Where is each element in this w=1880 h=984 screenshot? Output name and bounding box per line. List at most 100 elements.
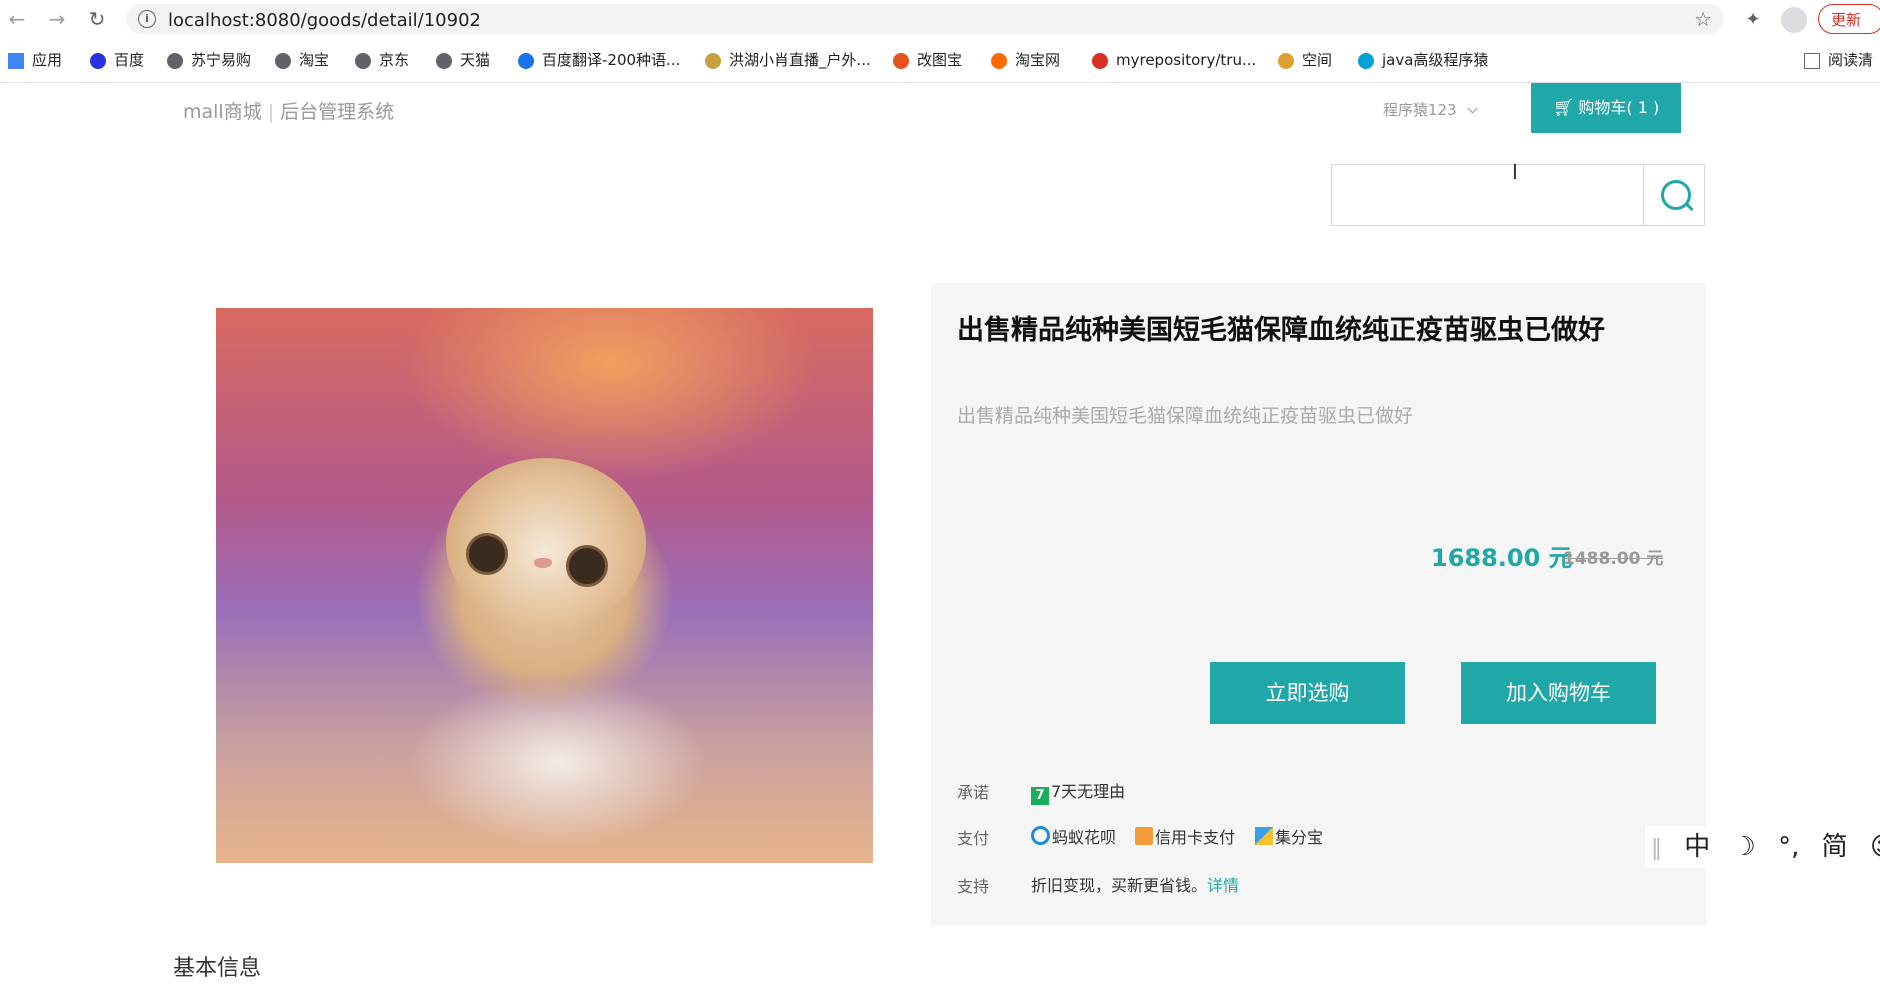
bookmark-item[interactable]: 应用 bbox=[8, 49, 62, 71]
promise-value: 7 7天无理由 bbox=[1031, 778, 1125, 805]
basic-info-heading: 基本信息 bbox=[173, 956, 262, 981]
bookmark-favicon-icon bbox=[1092, 52, 1108, 69]
bookmark-label: 苏宁易购 bbox=[191, 51, 252, 69]
promise-label: 承诺 bbox=[957, 783, 990, 802]
bookmark-item[interactable]: 空间 bbox=[1278, 49, 1332, 71]
extensions-icon[interactable]: ✦ bbox=[1741, 8, 1765, 32]
bookmark-label: 京东 bbox=[379, 51, 410, 69]
site-info-icon[interactable]: i bbox=[138, 10, 156, 28]
ime-simplified-toggle[interactable]: 简 bbox=[1822, 826, 1848, 868]
ime-moon-icon[interactable]: ☽ bbox=[1733, 826, 1756, 868]
reading-list-button[interactable]: 阅读清 bbox=[1804, 49, 1873, 71]
huabei-icon bbox=[1031, 826, 1050, 845]
search-icon-handle bbox=[1684, 201, 1694, 212]
bookmark-item[interactable]: 天猫 bbox=[436, 49, 490, 71]
bookmark-item[interactable]: myrepository/tru... bbox=[1092, 49, 1256, 71]
address-bar[interactable]: i localhost:8080/goods/detail/10902 ☆ bbox=[126, 4, 1724, 34]
cat-eye bbox=[466, 533, 508, 575]
original-price: 1488.00 元 bbox=[1563, 549, 1664, 569]
add-to-cart-button[interactable]: 加入购物车 bbox=[1461, 662, 1656, 724]
bookmark-favicon-icon bbox=[705, 52, 721, 69]
site-brand: mall商城 | 后台管理系统 bbox=[183, 97, 394, 124]
ime-drag-handle[interactable]: ‖ bbox=[1651, 828, 1662, 870]
chevron-down-icon bbox=[1467, 103, 1478, 114]
reading-list-label: 阅读清 bbox=[1828, 51, 1874, 69]
search-box bbox=[1331, 164, 1705, 226]
bookmark-favicon-icon bbox=[518, 52, 534, 69]
ime-emoji-icon[interactable]: ☺ bbox=[1870, 826, 1880, 868]
payment-option-label: 信用卡支付 bbox=[1155, 828, 1236, 847]
bookmark-favicon-icon bbox=[991, 52, 1007, 69]
cat-nose bbox=[534, 558, 552, 568]
ime-toolbar: ‖ 中 ☽ °, 简 ☺ bbox=[1645, 826, 1880, 868]
cat-eye bbox=[566, 545, 608, 587]
bookmark-favicon-icon bbox=[90, 52, 106, 69]
bookmark-item[interactable]: 洪湖小肖直播_户外... bbox=[705, 49, 871, 71]
payment-jifenbao: 集分宝 bbox=[1255, 824, 1323, 848]
bookmark-favicon-icon bbox=[275, 52, 291, 69]
bookmarks-bar: 应用 百度 苏宁易购 淘宝 京东 天猫 百度翻译-200种语... 洪湖小肖直播_户外... 改… bbox=[0, 44, 1880, 76]
payment-credit-card: 信用卡支付 bbox=[1135, 824, 1235, 848]
support-label: 支持 bbox=[957, 877, 990, 896]
update-button[interactable]: 更新 bbox=[1818, 4, 1880, 34]
bookmark-favicon-icon bbox=[893, 52, 909, 69]
cart-label: 购物车( 1 ) bbox=[1578, 98, 1660, 117]
support-text: 折旧变现，买新更省钱。 bbox=[1031, 876, 1208, 895]
product-subtitle: 出售精品纯种美国短毛猫保障血统纯正疫苗驱虫已做好 bbox=[957, 405, 1414, 427]
user-menu[interactable]: 程序猿123 bbox=[1383, 99, 1478, 120]
search-input[interactable] bbox=[1332, 165, 1644, 225]
bookmark-item[interactable]: 淘宝 bbox=[275, 49, 329, 71]
brand-separator: | bbox=[267, 101, 275, 123]
browser-toolbar: ← → ↻ i localhost:8080/goods/detail/1090… bbox=[0, 0, 1880, 40]
buy-now-button[interactable]: 立即选购 bbox=[1210, 662, 1405, 724]
bookmark-item[interactable]: 京东 bbox=[355, 49, 409, 71]
jifenbao-icon bbox=[1255, 827, 1273, 845]
username: 程序猿123 bbox=[1383, 101, 1457, 119]
promise-text: 7天无理由 bbox=[1051, 782, 1126, 801]
bookmark-label: 淘宝 bbox=[299, 51, 330, 69]
bookmark-favicon-icon bbox=[1278, 52, 1294, 69]
bookmark-label: 淘宝网 bbox=[1015, 51, 1061, 69]
payment-option-label: 蚂蚁花呗 bbox=[1052, 828, 1117, 847]
reload-icon[interactable]: ↻ bbox=[86, 8, 108, 30]
bookmark-label: 百度翻译-200种语... bbox=[542, 51, 681, 69]
forward-arrow-icon[interactable]: → bbox=[46, 8, 68, 30]
url-text[interactable]: localhost:8080/goods/detail/10902 bbox=[168, 10, 481, 31]
bookmark-favicon-icon bbox=[436, 52, 452, 69]
bookmark-item[interactable]: java高级程序猿 bbox=[1358, 49, 1488, 71]
product-image bbox=[216, 308, 873, 863]
bookmark-star-icon[interactable]: ☆ bbox=[1694, 7, 1712, 31]
bookmark-label: myrepository/tru... bbox=[1116, 51, 1257, 69]
reading-list-icon bbox=[1804, 52, 1820, 69]
bookmark-label: java高级程序猿 bbox=[1382, 51, 1489, 69]
bookmark-item[interactable]: 苏宁易购 bbox=[167, 49, 251, 71]
cart-icon: 🛒︎ bbox=[1552, 98, 1575, 118]
back-arrow-icon[interactable]: ← bbox=[6, 8, 28, 30]
product-title: 出售精品纯种美国短毛猫保障血统纯正疫苗驱虫已做好 bbox=[957, 315, 1605, 346]
bookmark-favicon-icon bbox=[8, 52, 24, 69]
text-cursor-icon: I bbox=[1512, 160, 1518, 184]
bookmark-favicon-icon bbox=[1358, 52, 1374, 69]
payment-huabei: 蚂蚁花呗 bbox=[1031, 824, 1116, 848]
bookmark-label: 空间 bbox=[1302, 51, 1333, 69]
cart-button[interactable]: 🛒︎ 购物车( 1 ) bbox=[1531, 83, 1681, 133]
bookmark-item[interactable]: 改图宝 bbox=[893, 49, 962, 71]
ime-mode-toggle[interactable]: 中 bbox=[1684, 826, 1710, 868]
ime-punctuation-toggle[interactable]: °, bbox=[1778, 826, 1799, 868]
bookmark-item[interactable]: 百度 bbox=[90, 49, 144, 71]
payment-option-label: 集分宝 bbox=[1275, 828, 1324, 847]
brand-link[interactable]: mall商城 bbox=[183, 101, 262, 123]
credit-card-icon bbox=[1135, 827, 1153, 845]
bookmark-label: 洪湖小肖直播_户外... bbox=[729, 51, 871, 69]
support-value: 折旧变现，买新更省钱。详情 bbox=[1031, 872, 1239, 896]
browser-chrome: ← → ↻ i localhost:8080/goods/detail/1090… bbox=[0, 0, 1880, 83]
search-button[interactable] bbox=[1643, 165, 1706, 225]
admin-link[interactable]: 后台管理系统 bbox=[280, 101, 394, 123]
bookmark-favicon-icon bbox=[355, 52, 371, 69]
bookmark-item[interactable]: 百度翻译-200种语... bbox=[518, 49, 680, 71]
support-details-link[interactable]: 详情 bbox=[1207, 876, 1239, 895]
profile-avatar-icon[interactable] bbox=[1781, 7, 1807, 33]
seven-day-icon: 7 bbox=[1031, 787, 1049, 805]
bookmark-item[interactable]: 淘宝网 bbox=[991, 49, 1060, 71]
payment-label: 支付 bbox=[957, 829, 990, 848]
